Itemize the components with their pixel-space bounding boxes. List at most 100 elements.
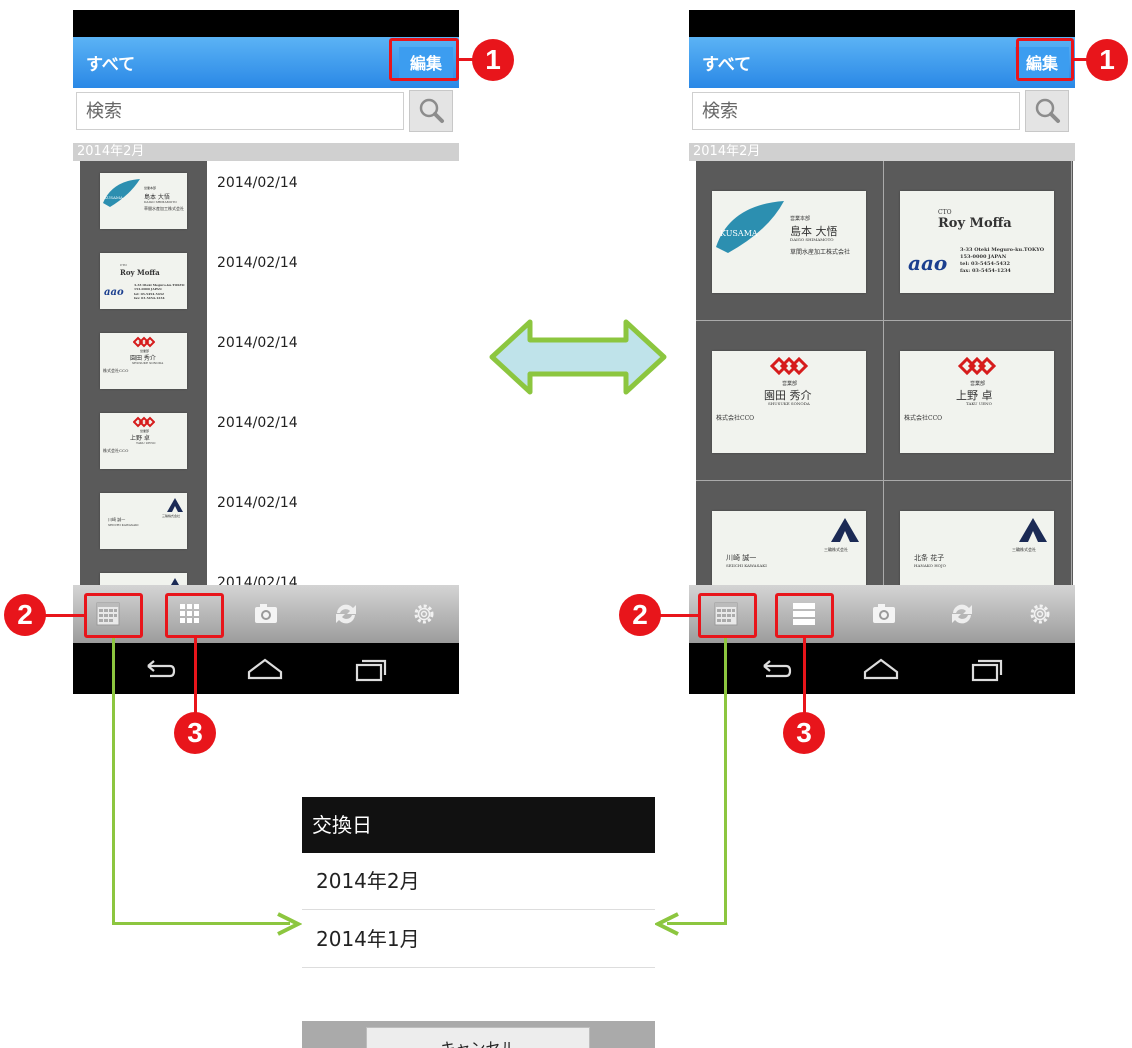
- grid-card-cell[interactable]: 営業部 上野 卓 TAKU UENO 株式会社CCO: [884, 321, 1072, 481]
- list-item[interactable]: KUSAMA 営業本部 島本 大悟 DAIGO SHIMAMOTO 草間水産加工…: [80, 161, 459, 242]
- home-icon: [863, 658, 899, 680]
- triangle-logo: [831, 518, 859, 542]
- annotation-badge-1: 1: [472, 39, 514, 81]
- triangle-logo: [167, 498, 183, 512]
- home-button[interactable]: [245, 652, 285, 686]
- business-card-triangle: 三輪株式会社 川崎 誠一 SEIICHI KAWASAKI: [712, 511, 866, 585]
- grid-card-cell[interactable]: CTO Roy Moffa aao 3-33 Oteki Meguro-ku.T…: [884, 161, 1072, 321]
- triangle-logo: [171, 578, 179, 585]
- annotation-badge-3: 3: [783, 712, 825, 754]
- cco-logo: [770, 356, 808, 376]
- back-icon: [147, 660, 176, 678]
- section-header: 2014年2月: [73, 143, 459, 161]
- cco-logo: [133, 336, 155, 348]
- exchange-date-dialog: 交換日 2014年2月 2014年1月 キャンセル: [302, 797, 655, 1048]
- search-input[interactable]: [693, 93, 1019, 129]
- grid-view-screen: すべて 編集 2014年2月 KUSAMA 営業本部 島本 大悟 DAIGO S…: [689, 10, 1075, 694]
- business-card-triangle: 北条 花子: [100, 573, 187, 585]
- exchange-date: 2014/02/14: [217, 255, 298, 271]
- sync-icon: [336, 604, 356, 624]
- settings-button[interactable]: [405, 595, 443, 633]
- business-card-triangle: 三輪株式会社 川崎 誠一 SEIICHI KAWASAKI: [100, 493, 187, 549]
- card-thumbnail: 三輪株式会社 川崎 誠一 SEIICHI KAWASAKI: [80, 481, 207, 561]
- back-button[interactable]: [756, 652, 796, 686]
- search-button[interactable]: [1025, 90, 1069, 132]
- annotation-badge-3: 3: [174, 712, 216, 754]
- annotation-highlight-edit: [1016, 38, 1074, 81]
- annotation-leader: [194, 638, 197, 715]
- dialog-option-2014-02[interactable]: 2014年2月: [302, 853, 655, 910]
- search-icon: [419, 98, 444, 123]
- business-card-kusama: KUSAMA 営業本部 島本 大悟 DAIGO SHIMAMOTO 草間水産加工…: [712, 191, 866, 293]
- home-button[interactable]: [861, 652, 901, 686]
- camera-icon: [255, 604, 277, 623]
- status-bar: [73, 10, 459, 37]
- connector-line: [112, 922, 290, 925]
- android-nav-bar: [73, 643, 459, 694]
- cancel-button[interactable]: キャンセル: [366, 1027, 590, 1048]
- list-item[interactable]: 営業部 上野 卓 TAKU UENO 株式会社CCO 2014/02/14: [80, 401, 459, 482]
- annotation-highlight-edit: [389, 38, 459, 81]
- android-nav-bar: [689, 643, 1075, 694]
- list-item[interactable]: 三輪株式会社 川崎 誠一 SEIICHI KAWASAKI 2014/02/14: [80, 481, 459, 562]
- annotation-badge-2: 2: [4, 594, 46, 636]
- list-item[interactable]: 営業部 園田 秀介 SHUSUKE SONODA 株式会社CCO 2014/02…: [80, 321, 459, 402]
- cco-logo: [958, 356, 996, 376]
- connector-line: [724, 638, 727, 925]
- annotation-leader: [803, 638, 806, 715]
- business-card-cco: 営業部 園田 秀介 SHUSUKE SONODA 株式会社CCO: [100, 333, 187, 389]
- business-card-cco: 営業部 上野 卓 TAKU UENO 株式会社CCO: [900, 351, 1054, 453]
- settings-button[interactable]: [1021, 595, 1059, 633]
- card-list: KUSAMA 営業本部 島本 大悟 DAIGO SHIMAMOTO 草間水産加工…: [73, 161, 459, 585]
- list-item[interactable]: CTO Roy Moffa aao 3-33 Oteki Meguro-ku.T…: [80, 241, 459, 322]
- back-icon: [763, 660, 792, 678]
- kusama-logo: [716, 201, 784, 253]
- sync-icon: [952, 604, 972, 624]
- search-row: [73, 88, 459, 136]
- annotation-badge-2: 2: [619, 594, 661, 636]
- grid-card-cell[interactable]: 三輪株式会社 北条 花子 HANAKO HOJO: [884, 481, 1072, 585]
- business-card-kusama: KUSAMA 営業本部 島本 大悟 DAIGO SHIMAMOTO 草間水産加工…: [100, 173, 187, 229]
- recent-apps-button[interactable]: [967, 652, 1007, 686]
- list-item[interactable]: 北条 花子 2014/02/14: [80, 561, 459, 585]
- camera-button[interactable]: [865, 595, 903, 633]
- camera-icon: [873, 604, 895, 623]
- annotation-badge-1: 1: [1086, 39, 1128, 81]
- search-input[interactable]: [77, 93, 403, 129]
- grid-card-cell[interactable]: 三輪株式会社 川崎 誠一 SEIICHI KAWASAKI: [696, 481, 884, 585]
- exchange-date: 2014/02/14: [217, 575, 298, 585]
- recent-apps-button[interactable]: [351, 652, 391, 686]
- home-icon: [247, 658, 283, 680]
- card-thumbnail: KUSAMA 営業本部 島本 大悟 DAIGO SHIMAMOTO 草間水産加工…: [80, 161, 207, 241]
- card-thumbnail: 営業部 上野 卓 TAKU UENO 株式会社CCO: [80, 401, 207, 481]
- arrow-right-icon: [277, 912, 302, 936]
- grid-card-cell[interactable]: KUSAMA 営業本部 島本 大悟 DAIGO SHIMAMOTO 草間水産加工…: [696, 161, 884, 321]
- annotation-leader: [658, 614, 698, 617]
- back-button[interactable]: [140, 652, 180, 686]
- cco-logo: [133, 416, 155, 428]
- dialog-option-2014-01[interactable]: 2014年1月: [302, 911, 655, 968]
- card-thumbnail: CTO Roy Moffa aao 3-33 Oteki Meguro-ku.T…: [80, 241, 207, 321]
- search-icon: [1035, 98, 1060, 123]
- connector-line: [112, 638, 115, 925]
- arrow-left-icon: [654, 912, 679, 936]
- grid-card-cell[interactable]: 営業部 園田 秀介 SHUSUKE SONODA 株式会社CCO: [696, 321, 884, 481]
- camera-button[interactable]: [247, 595, 285, 633]
- card-thumbnail: 営業部 園田 秀介 SHUSUKE SONODA 株式会社CCO: [80, 321, 207, 401]
- annotation-highlight-grid: [165, 593, 224, 638]
- search-box: [692, 92, 1020, 130]
- sync-button[interactable]: [327, 595, 365, 633]
- search-row: [689, 88, 1075, 136]
- exchange-date: 2014/02/14: [217, 495, 298, 511]
- card-thumbnail: 北条 花子: [80, 561, 207, 585]
- search-button[interactable]: [409, 90, 453, 132]
- double-arrow-icon: [489, 319, 667, 395]
- sync-button[interactable]: [943, 595, 981, 633]
- dialog-title: 交換日: [302, 797, 655, 853]
- settings-icon: [1030, 604, 1050, 624]
- exchange-date: 2014/02/14: [217, 415, 298, 431]
- card-grid: KUSAMA 営業本部 島本 大悟 DAIGO SHIMAMOTO 草間水産加工…: [696, 161, 1073, 585]
- search-box: [76, 92, 404, 130]
- exchange-date: 2014/02/14: [217, 335, 298, 351]
- status-bar: [689, 10, 1075, 37]
